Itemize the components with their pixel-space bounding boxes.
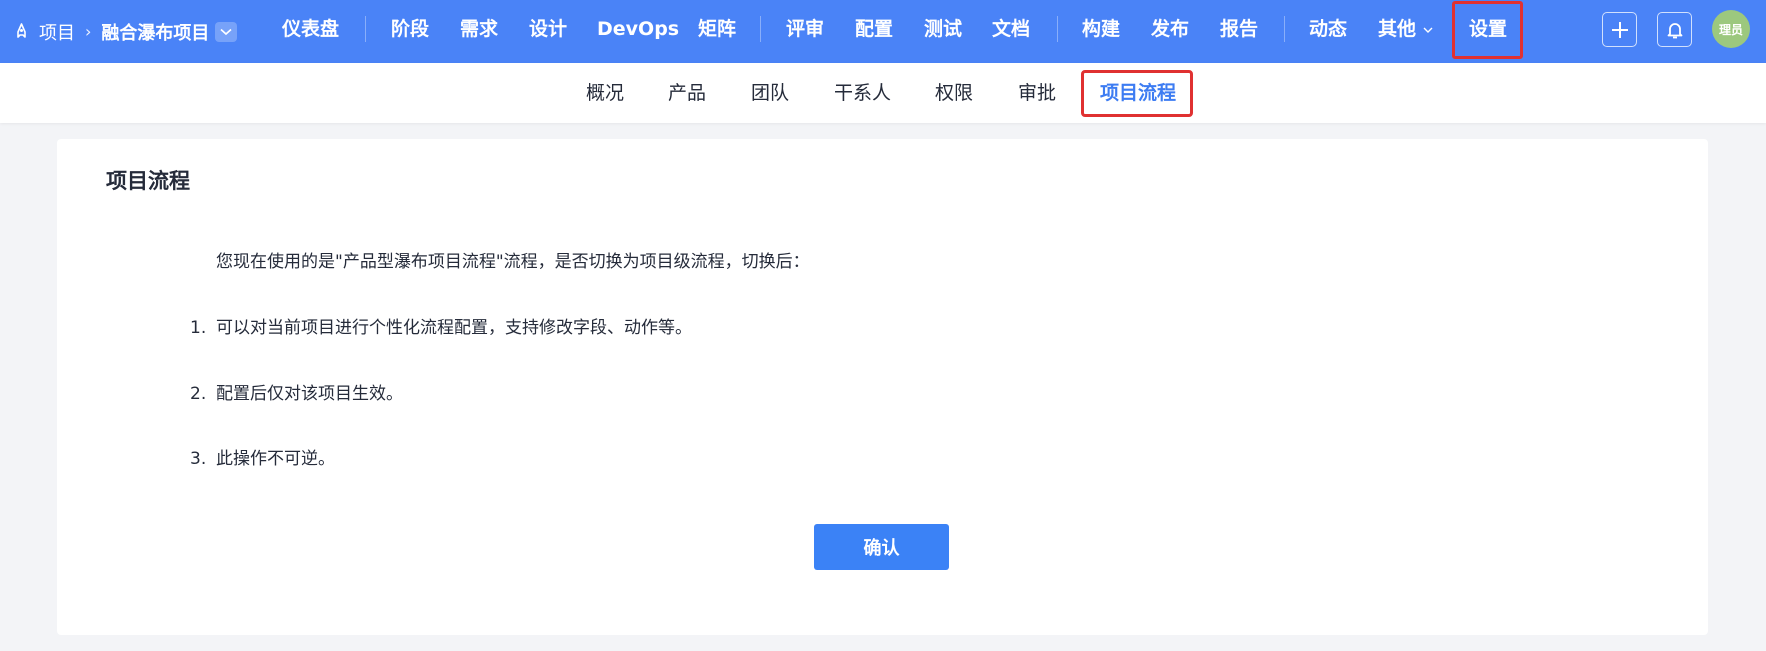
nav-divider bbox=[1057, 16, 1058, 42]
tab-permissions[interactable]: 权限 bbox=[935, 63, 973, 123]
nav-more[interactable]: 其他 bbox=[1378, 0, 1434, 63]
settings-subtabs: 概况 产品 团队 干系人 权限 审批 项目流程 bbox=[0, 63, 1766, 123]
nav-matrix[interactable]: 矩阵 bbox=[698, 0, 736, 63]
tab-overview[interactable]: 概况 bbox=[586, 63, 624, 123]
nav-dashboard[interactable]: 仪表盘 bbox=[282, 0, 339, 63]
project-flow-highlight-box bbox=[1081, 70, 1193, 117]
breadcrumb-project[interactable]: 融合瀑布项目 bbox=[101, 19, 209, 45]
chevron-down-icon bbox=[1423, 27, 1433, 33]
tab-team[interactable]: 团队 bbox=[751, 63, 789, 123]
nav-activity[interactable]: 动态 bbox=[1309, 0, 1347, 63]
list-item: 1. 可以对当前项目进行个性化流程配置，支持修改字段、动作等。 bbox=[190, 313, 692, 338]
settings-highlight-box bbox=[1452, 1, 1523, 59]
list-item: 2. 配置后仅对该项目生效。 bbox=[190, 379, 403, 404]
tab-approval[interactable]: 审批 bbox=[1018, 63, 1056, 123]
nav-review[interactable]: 评审 bbox=[786, 0, 824, 63]
tab-product[interactable]: 产品 bbox=[668, 63, 706, 123]
page-title: 项目流程 bbox=[106, 169, 190, 193]
project-rocket-icon[interactable] bbox=[13, 23, 30, 40]
notifications-button[interactable] bbox=[1657, 12, 1692, 47]
nav-divider bbox=[1284, 16, 1285, 42]
nav-more-label: 其他 bbox=[1378, 18, 1417, 40]
breadcrumb: 项目 › 融合瀑布项目 bbox=[13, 0, 238, 63]
nav-stage[interactable]: 阶段 bbox=[391, 0, 429, 63]
list-item-number: 2. bbox=[190, 384, 207, 404]
project-switch-dropdown[interactable] bbox=[215, 21, 238, 42]
list-item-number: 3. bbox=[190, 449, 207, 469]
tab-stakeholders[interactable]: 干系人 bbox=[834, 63, 891, 123]
nav-requirement[interactable]: 需求 bbox=[460, 0, 498, 63]
breadcrumb-root[interactable]: 项目 bbox=[39, 19, 75, 45]
bell-icon bbox=[1667, 22, 1682, 38]
nav-release[interactable]: 发布 bbox=[1151, 0, 1189, 63]
confirm-button[interactable]: 确认 bbox=[814, 524, 949, 570]
nav-docs[interactable]: 文档 bbox=[992, 0, 1030, 63]
nav-design[interactable]: 设计 bbox=[529, 0, 567, 63]
nav-config[interactable]: 配置 bbox=[855, 0, 893, 63]
chevron-down-icon bbox=[220, 28, 232, 35]
list-item-text: 此操作不可逆。 bbox=[216, 449, 335, 469]
nav-test[interactable]: 测试 bbox=[924, 0, 962, 63]
plus-icon bbox=[1611, 21, 1628, 38]
switch-description: 您现在使用的是"产品型瀑布项目流程"流程，是否切换为项目级流程，切换后： bbox=[216, 252, 810, 272]
user-avatar[interactable]: 理员 bbox=[1712, 10, 1750, 48]
nav-divider bbox=[365, 16, 366, 42]
list-item-text: 可以对当前项目进行个性化流程配置，支持修改字段、动作等。 bbox=[216, 318, 692, 338]
top-navigation-bar: 项目 › 融合瀑布项目 仪表盘 阶段 需求 设计 DevOps 矩阵 评审 配置… bbox=[0, 0, 1766, 63]
list-item-number: 1. bbox=[190, 318, 207, 338]
add-button[interactable] bbox=[1602, 12, 1637, 47]
project-flow-card: 项目流程 您现在使用的是"产品型瀑布项目流程"流程，是否切换为项目级流程，切换后… bbox=[57, 139, 1708, 635]
nav-report[interactable]: 报告 bbox=[1220, 0, 1258, 63]
chevron-right-icon: › bbox=[85, 22, 92, 41]
nav-divider bbox=[760, 16, 761, 42]
nav-devops[interactable]: DevOps bbox=[597, 0, 679, 63]
list-item: 3. 此操作不可逆。 bbox=[190, 444, 335, 469]
list-item-text: 配置后仅对该项目生效。 bbox=[216, 384, 403, 404]
nav-build[interactable]: 构建 bbox=[1082, 0, 1120, 63]
